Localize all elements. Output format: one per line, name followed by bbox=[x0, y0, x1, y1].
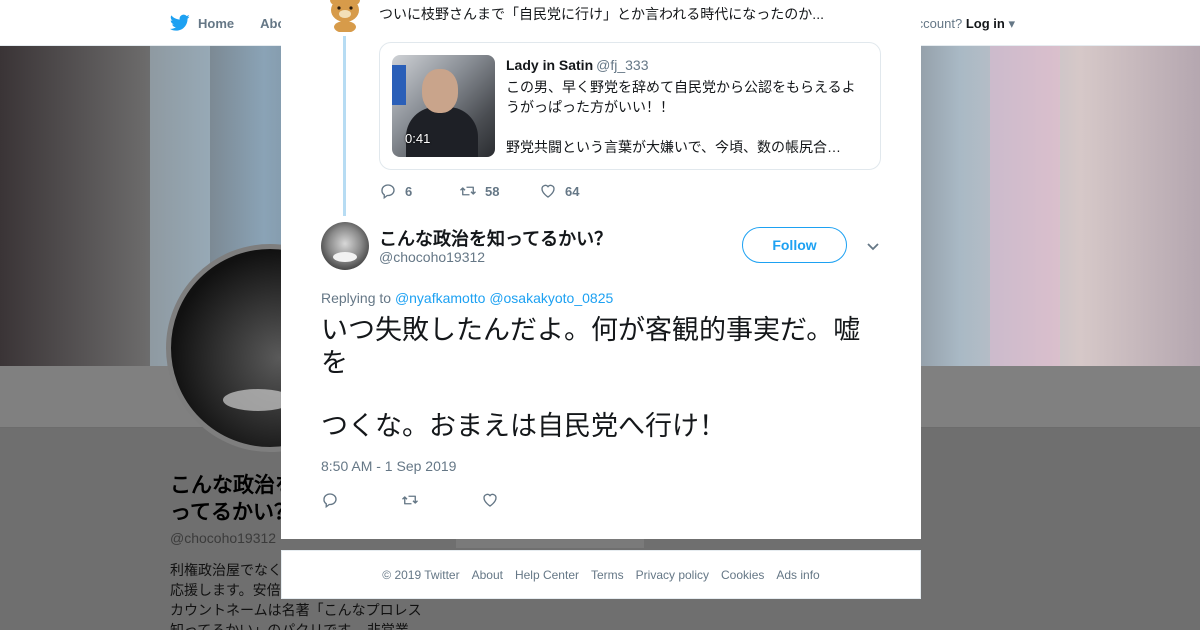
account-question: ccount? bbox=[916, 16, 963, 31]
modal-footer: © 2019 Twitter About Help Center Terms P… bbox=[281, 550, 921, 599]
quoted-tweet-card[interactable]: 0:41 Lady in Satin @fj_333 この男、早く野党を辞めて自民… bbox=[379, 42, 881, 170]
chevron-down-icon[interactable] bbox=[865, 238, 881, 254]
footer-copyright: © 2019 Twitter bbox=[382, 567, 460, 582]
tweet-text: いつ失敗したんだよ。何が客観的事実だ。嘘を bbox=[321, 315, 861, 378]
author-handle[interactable]: @chocoho19312 bbox=[379, 249, 485, 265]
twitter-bird-icon[interactable] bbox=[170, 14, 190, 32]
author-name[interactable]: こんな政治を知ってるかい？ bbox=[379, 225, 612, 251]
parent-tweet-text: ついに枝野さんまで「自民党に行け」とか言われる時代になったのか... bbox=[379, 6, 824, 22]
footer-link-about[interactable]: About bbox=[472, 568, 503, 582]
profile-handle: @chocoho19312 bbox=[170, 530, 277, 546]
retweet-button[interactable]: 58 bbox=[459, 180, 539, 202]
bear-avatar-icon[interactable] bbox=[325, 0, 365, 32]
tweet-text-cont: つくな。おまえは自民党へ行け！ bbox=[321, 411, 726, 441]
video-duration: 0:41 bbox=[405, 131, 431, 146]
like-count: 64 bbox=[565, 183, 580, 199]
footer-link-privacy[interactable]: Privacy policy bbox=[636, 568, 709, 582]
tweet-timestamp[interactable]: 8:50 AM - 1 Sep 2019 bbox=[321, 458, 456, 474]
reply-icon bbox=[381, 184, 395, 200]
footer-link-cookies[interactable]: Cookies bbox=[721, 568, 764, 582]
footer-link-ads-info[interactable]: Ads info bbox=[776, 568, 819, 582]
author-avatar[interactable] bbox=[321, 222, 369, 270]
heart-icon bbox=[483, 493, 497, 507]
tweet-modal: ついに枝野さんまで「自民党に行け」とか言われる時代になったのか... 0:41 … bbox=[281, 0, 921, 539]
thread-line bbox=[343, 36, 346, 216]
footer-link-help-center[interactable]: Help Center bbox=[515, 568, 579, 582]
reply-button[interactable] bbox=[321, 489, 401, 511]
quoted-video-thumbnail[interactable]: 0:41 bbox=[392, 55, 495, 157]
background-nav: Home Abo bbox=[170, 14, 285, 32]
retweet-button[interactable] bbox=[401, 489, 481, 511]
retweet-icon bbox=[460, 186, 476, 196]
heart-icon bbox=[541, 184, 555, 198]
mention-link-2[interactable]: @osakakyoto_0825 bbox=[489, 290, 613, 306]
caret-down-icon[interactable]: ▾ bbox=[1008, 16, 1015, 31]
retweet-icon bbox=[402, 495, 418, 505]
quoted-author: Lady in Satin @fj_333 bbox=[506, 57, 648, 73]
replying-to: Replying to @nyafkamotto @osakakyoto_082… bbox=[321, 290, 613, 306]
like-button[interactable] bbox=[481, 489, 561, 511]
quoted-tweet-text: この男、早く野党を辞めて自民党から公認をもらえるようがっぱった方がいい！！ bbox=[506, 79, 856, 115]
close-icon[interactable] bbox=[1154, 12, 1180, 38]
account-prompt: ccount? Log in ▾ bbox=[917, 16, 1015, 32]
login-link[interactable]: Log in bbox=[966, 16, 1005, 31]
nav-home-link[interactable]: Home bbox=[198, 16, 234, 31]
reply-count: 6 bbox=[405, 183, 413, 199]
parent-tweet-actions: 6 58 64 bbox=[379, 180, 619, 202]
like-button[interactable]: 64 bbox=[539, 180, 619, 202]
quoted-author-handle: @fj_333 bbox=[596, 57, 649, 73]
follow-button[interactable]: Follow bbox=[742, 227, 847, 263]
footer-link-terms[interactable]: Terms bbox=[591, 568, 624, 582]
tweet-actions bbox=[321, 489, 561, 511]
mention-link-1[interactable]: @nyafkamotto bbox=[395, 290, 485, 306]
reply-icon bbox=[323, 493, 337, 509]
quoted-tweet-text-cont: 野党共闘という言葉が大嫌いで、今頃、数の帳尻合… bbox=[506, 139, 842, 155]
quoted-author-name[interactable]: Lady in Satin bbox=[506, 57, 593, 73]
retweet-count: 58 bbox=[485, 183, 500, 199]
reply-button[interactable]: 6 bbox=[379, 180, 459, 202]
replying-prefix: Replying to bbox=[321, 290, 392, 306]
